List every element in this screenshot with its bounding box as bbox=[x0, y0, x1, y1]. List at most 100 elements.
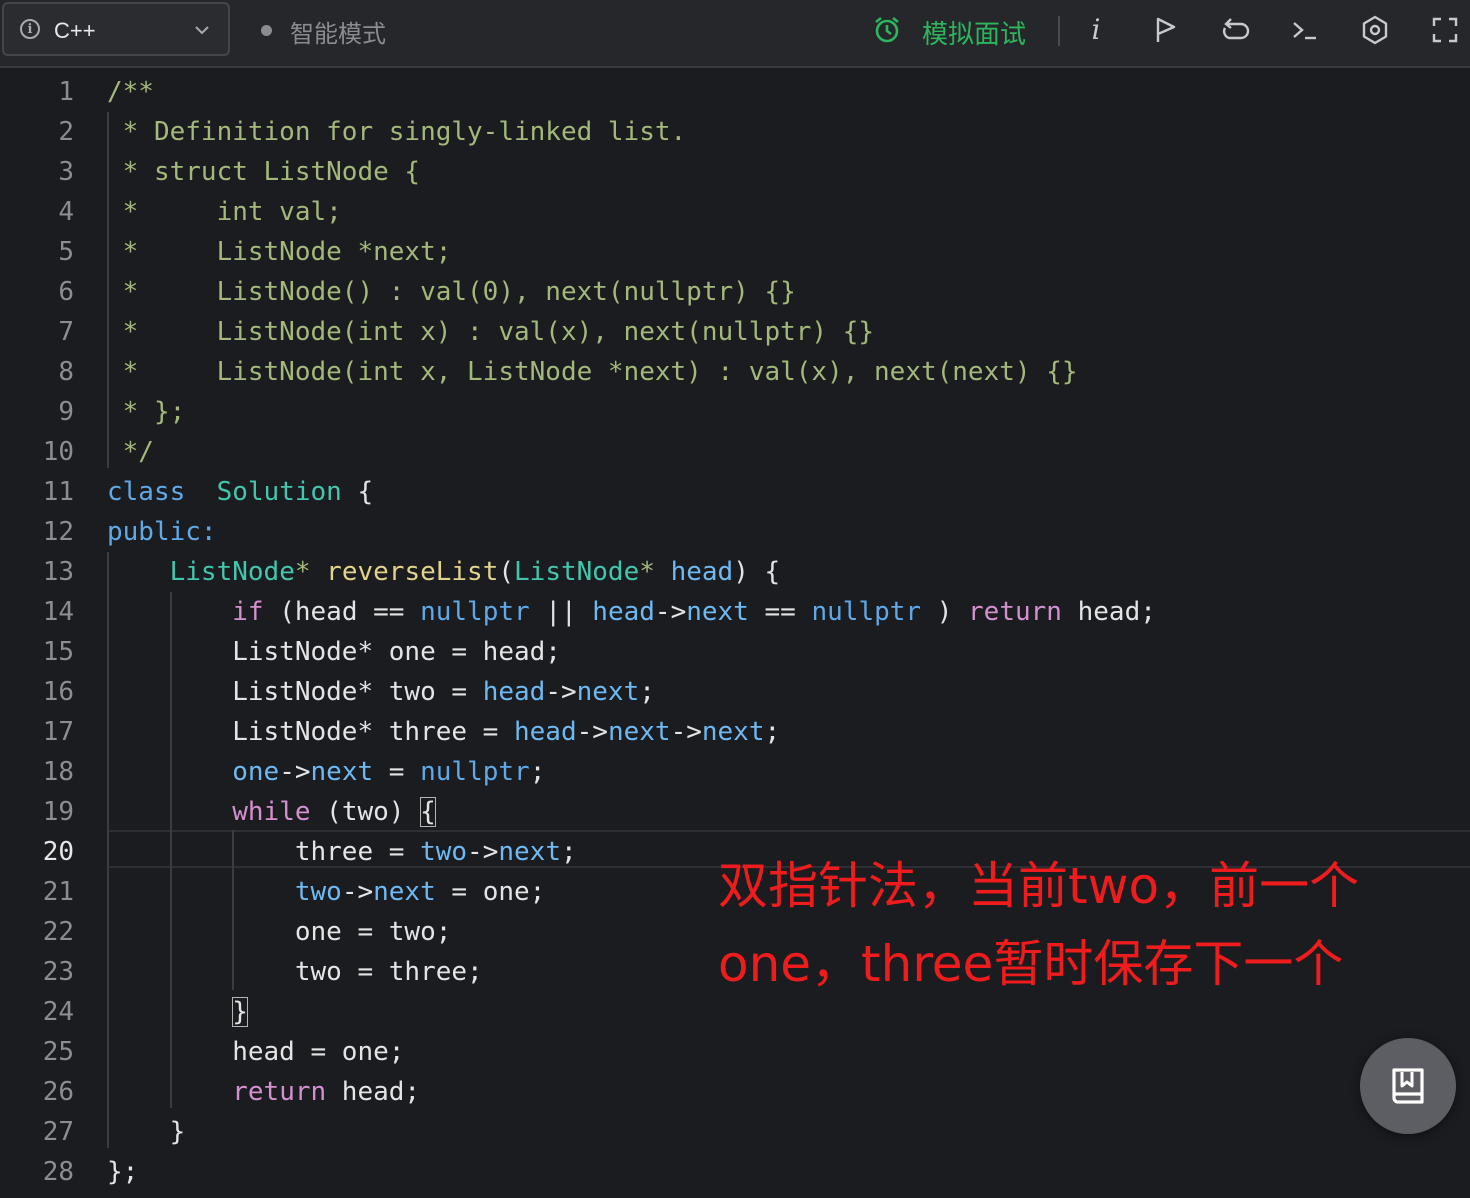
annotation-line-2: one，three暂时保存下一个 bbox=[718, 935, 1344, 993]
code-token: || bbox=[529, 597, 593, 627]
code-token: head = one; bbox=[107, 1037, 405, 1067]
code-token: head; bbox=[326, 1077, 421, 1107]
line-number: 19 bbox=[42, 797, 74, 827]
code-token: * ListNode() : val(0), next(nullptr) {} bbox=[107, 277, 796, 307]
line-number: 14 bbox=[42, 597, 74, 627]
code-line[interactable]: public: bbox=[107, 512, 217, 552]
smart-mode-label[interactable]: 智能模式 bbox=[290, 14, 386, 49]
code-token: next bbox=[607, 717, 671, 747]
code-line[interactable]: * ListNode() : val(0), next(nullptr) {} bbox=[107, 272, 796, 312]
code-token: -> bbox=[467, 837, 499, 867]
code-token: -> bbox=[670, 717, 702, 747]
fullscreen-icon[interactable] bbox=[1429, 14, 1461, 46]
undo-icon[interactable] bbox=[1219, 14, 1251, 46]
chevron-down-icon bbox=[195, 26, 209, 35]
code-token: ; bbox=[764, 717, 781, 747]
code-token: -> bbox=[654, 597, 687, 627]
code-token: ; bbox=[529, 757, 546, 787]
code-line[interactable]: } bbox=[107, 1112, 186, 1152]
line-number: 1 bbox=[58, 77, 74, 107]
line-number: 6 bbox=[58, 277, 74, 307]
line-number: 23 bbox=[42, 957, 74, 987]
code-token: ListNode bbox=[514, 557, 640, 587]
code-token: ( bbox=[498, 557, 515, 587]
code-line[interactable]: return head; bbox=[107, 1072, 420, 1112]
code-token: next bbox=[576, 677, 640, 707]
code-token: public: bbox=[107, 517, 217, 547]
code-line[interactable]: } bbox=[107, 992, 248, 1032]
code-token: }; bbox=[107, 1157, 139, 1187]
line-number: 26 bbox=[42, 1077, 74, 1107]
code-line[interactable]: three = two->next; bbox=[107, 832, 577, 872]
code-token: nullptr bbox=[420, 597, 530, 627]
info-icon[interactable]: i bbox=[20, 19, 40, 39]
code-line[interactable]: class Solution { bbox=[107, 472, 373, 512]
toolbar-divider bbox=[1058, 16, 1060, 46]
code-token: { bbox=[341, 477, 374, 507]
line-number: 25 bbox=[42, 1037, 74, 1067]
code-line[interactable]: }; bbox=[107, 1152, 138, 1192]
code-line[interactable]: ListNode* two = head->next; bbox=[107, 672, 655, 712]
line-number: 13 bbox=[42, 557, 74, 587]
code-line[interactable]: /** bbox=[107, 72, 154, 112]
line-number: 11 bbox=[42, 477, 74, 507]
code-token: * ListNode(int x) : val(x), next(nullptr… bbox=[107, 317, 875, 347]
code-token: -> bbox=[341, 877, 374, 907]
code-line[interactable]: one = two; bbox=[107, 912, 452, 952]
line-number: 20 bbox=[42, 837, 74, 867]
code-line[interactable]: two->next = one; bbox=[107, 872, 545, 912]
code-line[interactable]: ListNode* reverseList(ListNode* head) { bbox=[107, 552, 781, 592]
code-token: ) bbox=[921, 597, 969, 627]
code-token: one = two; bbox=[107, 917, 452, 947]
italic-info-icon[interactable]: i bbox=[1080, 14, 1112, 46]
line-number: 4 bbox=[58, 197, 74, 227]
notes-button[interactable] bbox=[1360, 1038, 1456, 1134]
code-token: */ bbox=[107, 437, 154, 467]
line-number: 9 bbox=[58, 397, 74, 427]
code-line[interactable]: * }; bbox=[107, 392, 186, 432]
code-token: * ListNode *next; bbox=[107, 237, 452, 267]
code-token: head bbox=[514, 717, 577, 747]
code-line[interactable]: one->next = nullptr; bbox=[107, 752, 545, 792]
code-token: -> bbox=[576, 717, 608, 747]
alarm-clock-icon bbox=[875, 16, 899, 43]
code-token: ListNode bbox=[169, 557, 295, 587]
code-line[interactable]: while (two) { bbox=[107, 792, 436, 832]
code-token: { bbox=[420, 797, 436, 827]
code-token: head bbox=[670, 557, 734, 587]
line-number: 3 bbox=[58, 157, 74, 187]
settings-icon[interactable] bbox=[1359, 14, 1391, 46]
code-line[interactable]: * struct ListNode { bbox=[107, 152, 420, 192]
language-select[interactable]: i C++ bbox=[2, 2, 230, 56]
code-token: while bbox=[232, 797, 311, 827]
code-token: three = bbox=[107, 837, 421, 867]
code-token: reverseList bbox=[326, 557, 499, 587]
code-token: -> bbox=[545, 677, 577, 707]
code-line[interactable]: head = one; bbox=[107, 1032, 404, 1072]
code-line[interactable]: * ListNode(int x, ListNode *next) : val(… bbox=[107, 352, 1078, 392]
flag-icon[interactable] bbox=[1150, 14, 1182, 46]
code-token: = one; bbox=[435, 877, 546, 907]
code-line[interactable]: */ bbox=[107, 432, 154, 472]
code-line[interactable]: ListNode* one = head; bbox=[107, 632, 561, 672]
code-line[interactable]: * ListNode *next; bbox=[107, 232, 452, 272]
code-token: two bbox=[294, 877, 342, 907]
mock-interview-label: 模拟面试 bbox=[922, 20, 1027, 50]
code-line[interactable]: * int val; bbox=[107, 192, 342, 232]
code-line[interactable]: if (head == nullptr || head->next == nul… bbox=[107, 592, 1156, 632]
code-line[interactable]: * Definition for singly-linked list. bbox=[107, 112, 687, 152]
line-number: 17 bbox=[42, 717, 74, 747]
code-token: one bbox=[232, 757, 280, 787]
code-token: head bbox=[482, 677, 546, 707]
notebook-icon bbox=[1392, 1068, 1424, 1104]
terminal-icon[interactable] bbox=[1289, 14, 1321, 46]
line-number: 22 bbox=[42, 917, 74, 947]
code-line[interactable]: ListNode* three = head->next->next; bbox=[107, 712, 780, 752]
code-token: next bbox=[310, 757, 374, 787]
line-number: 18 bbox=[42, 757, 74, 787]
code-line[interactable]: two = three; bbox=[107, 952, 483, 992]
annotation-line-1: 双指针法，当前two，前一个 bbox=[718, 857, 1360, 915]
code-line[interactable]: * ListNode(int x) : val(x), next(nullptr… bbox=[107, 312, 874, 352]
